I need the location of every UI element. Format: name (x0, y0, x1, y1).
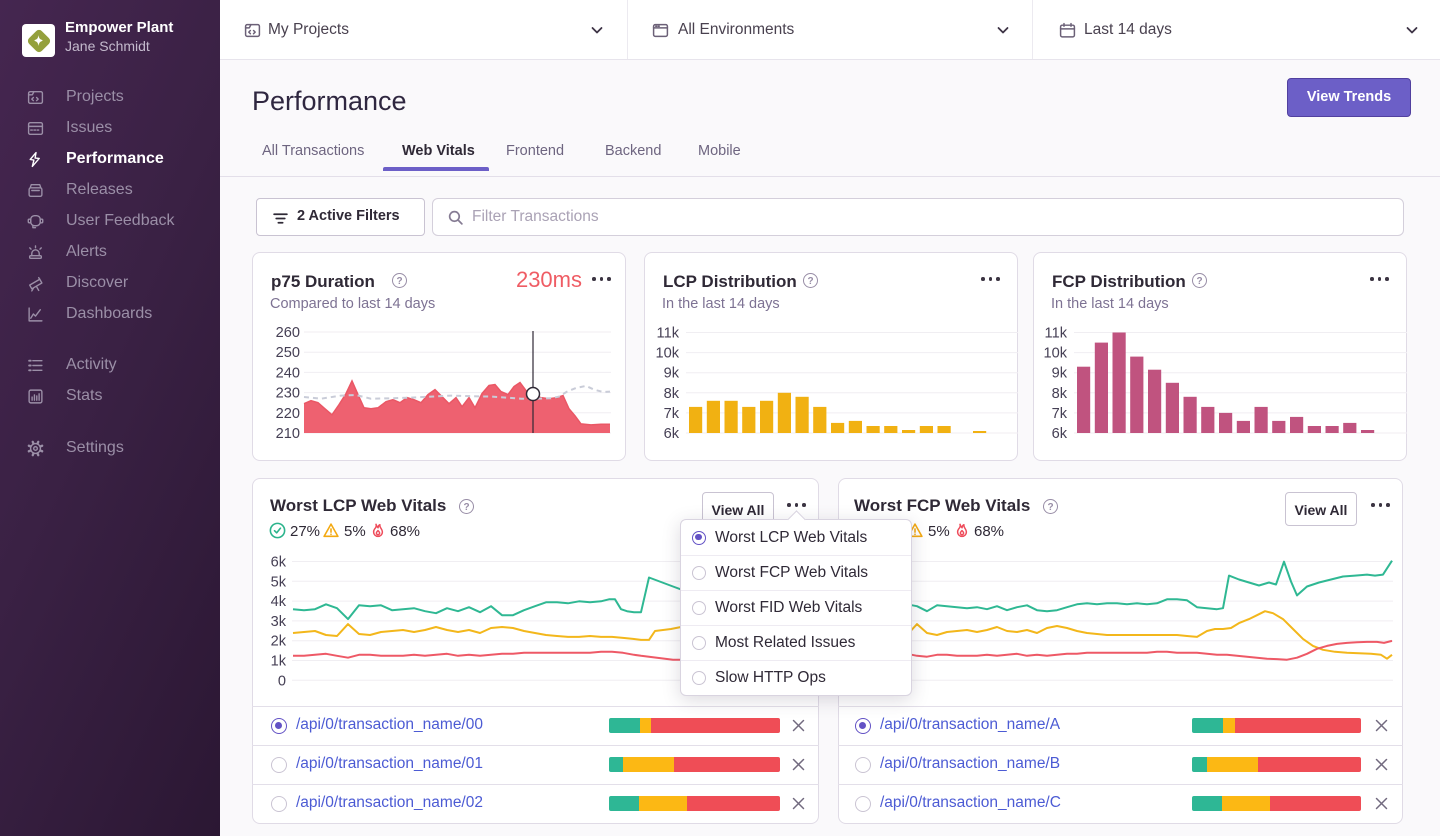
svg-text:8k: 8k (664, 386, 680, 402)
svg-text:6k: 6k (271, 555, 287, 571)
svg-text:1k: 1k (271, 654, 287, 670)
svg-text:6k: 6k (664, 426, 680, 442)
svg-text:0: 0 (278, 673, 286, 689)
svg-text:11k: 11k (1045, 326, 1068, 342)
svg-text:240: 240 (276, 365, 300, 381)
svg-text:9k: 9k (1052, 366, 1068, 382)
svg-text:9k: 9k (664, 366, 680, 382)
svg-text:2k: 2k (271, 634, 287, 650)
svg-text:220: 220 (276, 406, 300, 422)
svg-text:250: 250 (276, 345, 300, 361)
svg-text:10k: 10k (1043, 346, 1067, 362)
svg-text:230: 230 (276, 386, 300, 402)
svg-text:7k: 7k (1052, 406, 1068, 422)
svg-text:7k: 7k (664, 406, 680, 422)
svg-text:4k: 4k (271, 594, 287, 610)
svg-text:8k: 8k (1052, 386, 1068, 402)
svg-text:5k: 5k (271, 574, 287, 590)
svg-text:6k: 6k (1052, 426, 1068, 442)
svg-text:3k: 3k (271, 614, 287, 630)
svg-text:260: 260 (276, 325, 300, 341)
svg-text:10k: 10k (655, 346, 679, 362)
svg-text:11k: 11k (657, 326, 680, 342)
svg-text:210: 210 (276, 426, 300, 442)
